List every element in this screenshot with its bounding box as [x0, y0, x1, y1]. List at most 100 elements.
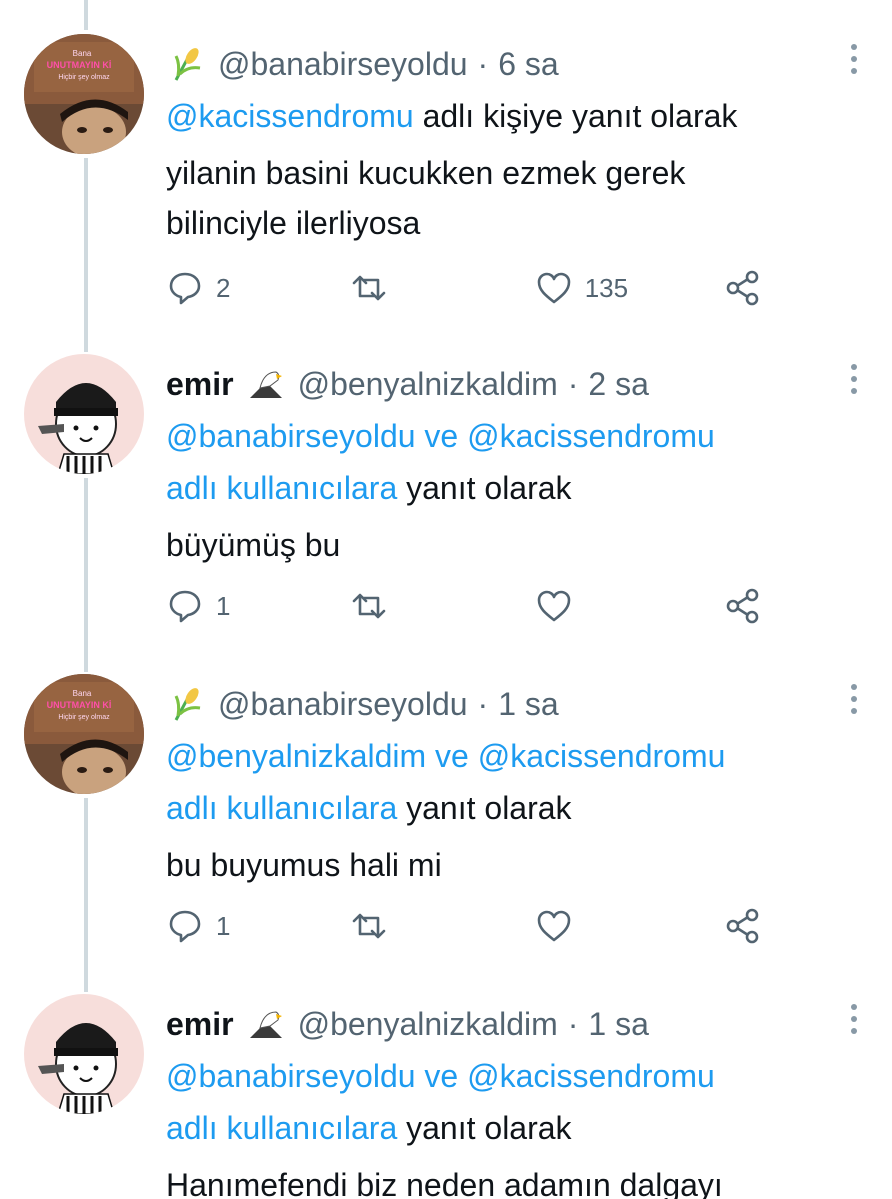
- tweet-content: emir @benyalnizkaldim · 2 sa @banabirsey…: [166, 360, 836, 570]
- mention-link[interactable]: @kacissendromu: [166, 98, 414, 134]
- more-options-icon[interactable]: [848, 684, 860, 720]
- retweet-button[interactable]: [350, 907, 534, 945]
- svg-text:UNUTMAYIN Kİ: UNUTMAYIN Kİ: [47, 700, 112, 710]
- avatar-benyalnizkaldim[interactable]: [24, 354, 144, 474]
- retweet-icon: [353, 275, 386, 301]
- retweet-button[interactable]: [350, 269, 534, 307]
- reply-suffix: yanıt olarak: [406, 790, 572, 826]
- reply-context: @benyalnizkaldim ve @kacissendromu adlı …: [166, 730, 836, 834]
- tweet-text-line: bu buyumus hali mi: [166, 847, 442, 883]
- mention-connector: ve: [424, 1058, 459, 1094]
- retweet-icon: [353, 913, 386, 939]
- svg-text:UNUTMAYIN Kİ: UNUTMAYIN Kİ: [47, 60, 112, 70]
- avatar-image: Bana UNUTMAYIN Kİ Hiçbir şey olmaz: [24, 674, 144, 794]
- corn-emoji-icon: [174, 688, 201, 721]
- svg-text:Bana: Bana: [73, 689, 92, 698]
- user-handle[interactable]: @banabirseyoldu: [218, 686, 468, 723]
- reply-button[interactable]: 1: [166, 907, 350, 945]
- share-button[interactable]: [724, 907, 762, 945]
- heart-icon: [537, 590, 570, 622]
- tweet-content: emir @benyalnizkaldim · 1 sa @banabirsey…: [166, 1000, 836, 1199]
- mention-link[interactable]: @banabirseyoldu: [166, 1058, 416, 1094]
- mention-connector: ve: [435, 738, 469, 774]
- tweet-text: büyümüş bu: [166, 520, 836, 570]
- more-options-icon[interactable]: [848, 1004, 860, 1040]
- display-name[interactable]: emir: [166, 366, 234, 403]
- separator-dot: ·: [477, 45, 489, 82]
- separator-dot: ·: [477, 685, 489, 722]
- mention-link[interactable]: @kacissendromu: [467, 418, 715, 454]
- separator-dot: ·: [567, 365, 579, 402]
- share-icon: [726, 908, 759, 944]
- tweet-2[interactable]: emir @benyalnizkaldim · 2 sa @banabirsey…: [0, 320, 892, 640]
- mention-link[interactable]: @banabirseyoldu: [166, 418, 416, 454]
- tweet-content: @banabirseyoldu · 1 sa @benyalnizkaldim …: [166, 680, 836, 890]
- tweet-header: @banabirseyoldu · 6 sa: [166, 40, 836, 88]
- mention-link[interactable]: @kacissendromu: [467, 1058, 715, 1094]
- like-button[interactable]: [535, 587, 724, 625]
- reply-context: @banabirseyoldu ve @kacissendromu adlı k…: [166, 1050, 836, 1154]
- more-options-icon[interactable]: [848, 364, 860, 400]
- display-name[interactable]: emir: [166, 1006, 234, 1043]
- avatar-benyalnizkaldim[interactable]: [24, 994, 144, 1114]
- tweet-actions: 2 135: [166, 268, 762, 308]
- reply-suffix: yanıt olarak: [406, 1110, 572, 1146]
- tweet-actions: 1: [166, 586, 762, 626]
- timestamp[interactable]: 1 sa: [588, 1006, 648, 1043]
- timestamp[interactable]: 6 sa: [498, 46, 558, 83]
- mention-suffix[interactable]: adlı kullanıcılara: [166, 470, 397, 506]
- mention-suffix[interactable]: adlı kullanıcılara: [166, 1110, 397, 1146]
- reply-suffix: yanıt olarak: [406, 470, 572, 506]
- mention-connector: ve: [424, 418, 459, 454]
- separator-dot: ·: [567, 1005, 579, 1042]
- reply-count: 1: [216, 910, 231, 941]
- retweet-icon: [353, 593, 386, 619]
- timestamp[interactable]: 2 sa: [588, 366, 648, 403]
- like-count: 135: [584, 272, 629, 303]
- tweet-text: Hanımefendi biz neden adamın dalgayı: [166, 1160, 836, 1199]
- mention-link[interactable]: @kacissendromu: [478, 738, 726, 774]
- mention-suffix[interactable]: adlı kullanıcılara: [166, 790, 397, 826]
- avatar-banabirseyoldu[interactable]: Bana UNUTMAYIN Kİ Hiçbir şey olmaz: [24, 34, 144, 154]
- avatar-banabirseyoldu[interactable]: Bana UNUTMAYIN Kİ Hiçbir şey olmaz: [24, 674, 144, 794]
- tweet-content: @banabirseyoldu · 6 sa @kacissendromu ad…: [166, 40, 836, 248]
- retweet-button[interactable]: [350, 587, 534, 625]
- share-icon: [726, 270, 759, 306]
- tweet-text-line: büyümüş bu: [166, 527, 341, 563]
- share-button[interactable]: [724, 587, 762, 625]
- tweet-header: emir @benyalnizkaldim · 2 sa: [166, 360, 836, 408]
- mention-link[interactable]: @benyalnizkaldim: [166, 738, 426, 774]
- heart-icon: [537, 910, 570, 942]
- tweet-text: bu buyumus hali mi: [166, 840, 836, 890]
- reply-icon: [169, 910, 201, 943]
- user-handle[interactable]: @benyalnizkaldim: [298, 1006, 558, 1043]
- reply-suffix: adlı kişiye yanıt olarak: [422, 98, 738, 134]
- svg-text:Bana: Bana: [73, 49, 92, 58]
- reply-count: 2: [216, 272, 231, 303]
- tweet-header: emir @benyalnizkaldim · 1 sa: [166, 1000, 836, 1048]
- like-button[interactable]: 135: [535, 269, 724, 307]
- tweet-header: @banabirseyoldu · 1 sa: [166, 680, 836, 728]
- reply-context: @kacissendromu adlı kişiye yanıt olarak: [166, 90, 836, 142]
- share-button[interactable]: [724, 269, 762, 307]
- heart-icon: [537, 272, 570, 304]
- reply-count: 1: [216, 590, 231, 621]
- avatar-image: [24, 354, 144, 474]
- user-handle[interactable]: @benyalnizkaldim: [298, 366, 558, 403]
- eagle-emoji-icon: [249, 1011, 282, 1038]
- tweet-3[interactable]: Bana UNUTMAYIN Kİ Hiçbir şey olmaz @bana…: [0, 640, 892, 960]
- reply-button[interactable]: 2: [166, 269, 350, 307]
- reply-icon: [169, 590, 201, 623]
- share-icon: [726, 588, 759, 624]
- tweet-4[interactable]: emir @benyalnizkaldim · 1 sa @banabirsey…: [0, 960, 892, 1199]
- tweet-text-line: yilanin basini kucukken ezmek gerek: [166, 155, 686, 191]
- avatar-image: Bana UNUTMAYIN Kİ Hiçbir şey olmaz: [24, 34, 144, 154]
- reply-icon: [169, 272, 201, 305]
- tweet-1[interactable]: Bana UNUTMAYIN Kİ Hiçbir şey olmaz @bana…: [0, 0, 892, 320]
- more-options-icon[interactable]: [848, 44, 860, 80]
- user-handle[interactable]: @banabirseyoldu: [218, 46, 468, 83]
- timestamp[interactable]: 1 sa: [498, 686, 558, 723]
- like-button[interactable]: [535, 907, 724, 945]
- eagle-emoji-icon: [249, 371, 282, 398]
- reply-button[interactable]: 1: [166, 587, 350, 625]
